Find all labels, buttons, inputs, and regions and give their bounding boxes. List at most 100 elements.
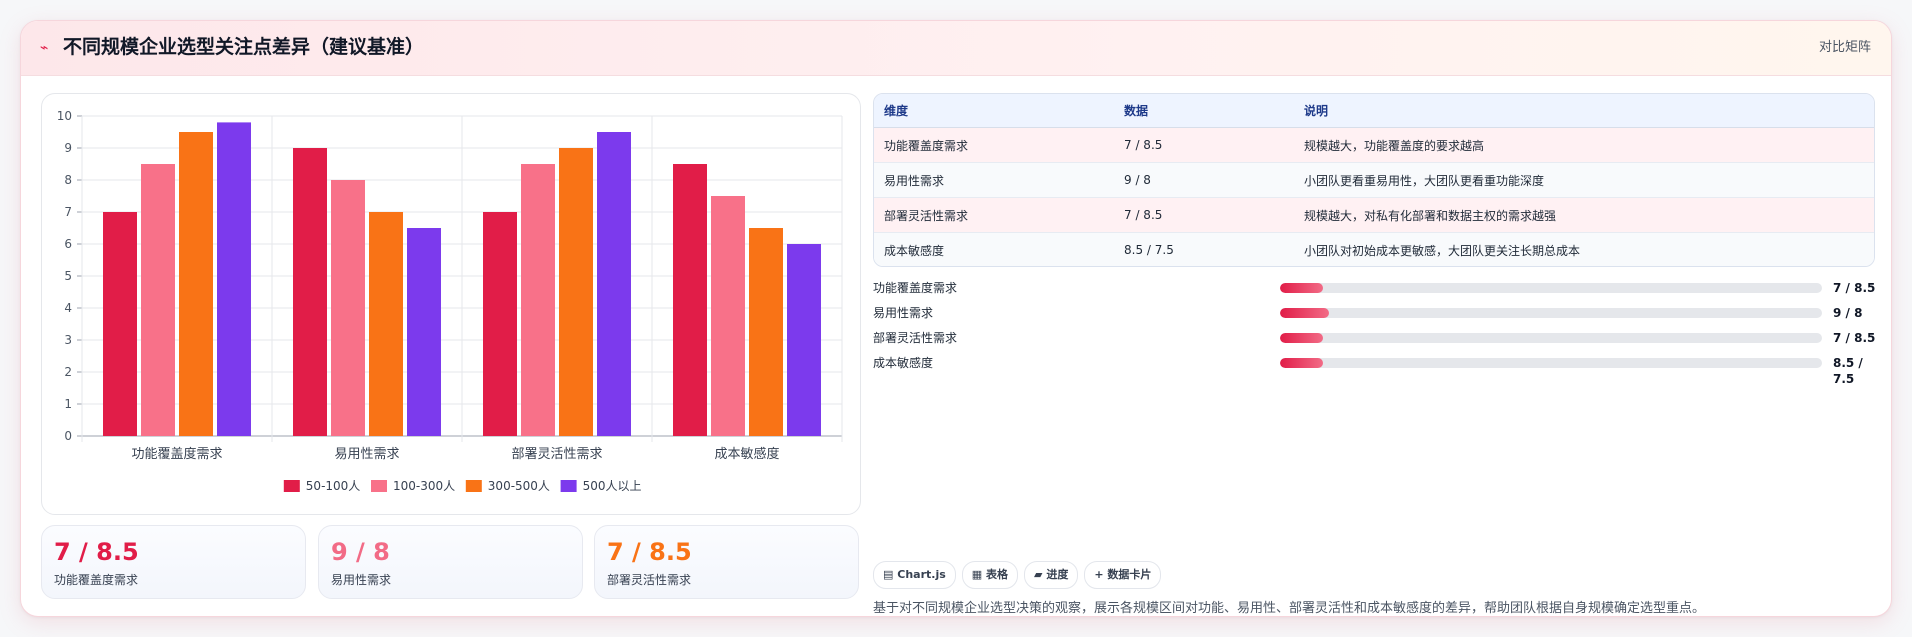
chip-row: ▤ Chart.js ▦ 表格 ▰ 进度 + 数据卡片 <box>873 561 1167 589</box>
table-cell: 小团队对初始成本更敏感，大团队更关注长期总成本 <box>1294 232 1874 266</box>
y-tick-label: 4 <box>64 301 72 315</box>
page-title: 不同规模企业选型关注点差异（建议基准） <box>63 36 425 58</box>
bar <box>179 132 213 436</box>
progress-fill <box>1280 333 1324 343</box>
chip-plus[interactable]: + 数据卡片 <box>1084 561 1162 589</box>
chip-table[interactable]: ▦ 表格 <box>961 561 1019 589</box>
chip-progress[interactable]: ▰ 进度 <box>1024 561 1079 589</box>
progress-label: 易用性需求 <box>873 306 934 320</box>
progress-row: 易用性需求 9 / 8 <box>873 303 1883 328</box>
progress-fill <box>1280 308 1329 318</box>
progress-track <box>1280 358 1822 368</box>
table-header: 数据 <box>1114 94 1294 128</box>
y-tick-label: 6 <box>64 237 72 251</box>
legend-swatch <box>371 480 387 492</box>
progress-value: 7 / 8.5 <box>1833 281 1876 295</box>
table-cell: 规模越大，对私有化部署和数据主权的需求越强 <box>1294 197 1874 233</box>
table-cell: 8.5 / 7.5 <box>1114 232 1294 266</box>
progress-value: 7 / 8.5 <box>1833 331 1876 345</box>
table-icon: ▦ <box>971 568 983 581</box>
table-row: 功能覆盖度需求 7 / 8.5 规模越大，功能覆盖度的要求越高 <box>874 127 1874 163</box>
chip-label: 表格 <box>986 568 1009 581</box>
bar <box>483 212 517 436</box>
plus-icon: + <box>1094 568 1104 581</box>
chip-chart[interactable]: ▤ Chart.js <box>873 561 956 589</box>
bar-chart: 0 1 2 3 4 5 6 7 8 9 10 功能覆盖度需求 易用性需求 部署灵活性需求 成本敏感度 50-1… <box>57 109 843 493</box>
chip-label: 进度 <box>1046 568 1069 581</box>
bar <box>559 148 593 436</box>
bar <box>787 244 821 436</box>
legend-label: 50-100人 <box>306 479 361 493</box>
bar-chart-panel: 0 1 2 3 4 5 6 7 8 9 10 功能覆盖度需求 易用性需求 部署灵活性需求 成本敏感度 50-1… <box>41 93 861 515</box>
bar <box>217 122 251 437</box>
kpi-value: 7 / 8.5 <box>607 538 692 566</box>
chip-label: Chart.js <box>897 568 946 581</box>
chip-label: 数据卡片 <box>1107 568 1152 581</box>
kpi-value: 7 / 8.5 <box>54 538 139 566</box>
legend-label: 300-500人 <box>488 479 550 493</box>
y-tick-label: 0 <box>64 429 72 443</box>
table-cell: 部署灵活性需求 <box>874 197 1114 233</box>
progress-label: 成本敏感度 <box>873 356 934 370</box>
y-tick-label: 5 <box>64 269 72 283</box>
x-tick-label: 易用性需求 <box>334 447 399 462</box>
card-header: ⌁ 不同规模企业选型关注点差异（建议基准） 对比矩阵 <box>21 21 1891 76</box>
progress-fill <box>1280 358 1324 368</box>
kpi-value: 9 / 8 <box>331 538 390 566</box>
kpi-card: 9 / 8 易用性需求 <box>318 525 583 599</box>
progress-row: 功能覆盖度需求 7 / 8.5 <box>873 278 1883 303</box>
table-cell: 7 / 8.5 <box>1114 197 1294 233</box>
table-cell: 规模越大，功能覆盖度的要求越高 <box>1294 127 1874 163</box>
trend-icon: ⌁ <box>40 40 49 56</box>
y-tick-label: 10 <box>57 109 72 123</box>
bar <box>597 132 631 436</box>
table-cell: 功能覆盖度需求 <box>874 127 1114 163</box>
legend-swatch <box>560 480 577 492</box>
progress-track <box>1280 283 1822 293</box>
legend-swatch <box>465 480 482 492</box>
progress-track <box>1280 308 1822 318</box>
y-tick-label: 1 <box>64 397 72 411</box>
bar <box>141 164 175 436</box>
progress-icon: ▰ <box>1034 568 1043 581</box>
chart-icon: ▤ <box>883 568 894 581</box>
description-note: 基于对不同规模企业选型决策的观察，展示各规模区间对功能、易用性、部署灵活性和成本… <box>873 601 1706 616</box>
bar <box>331 180 365 436</box>
kpi-label: 功能覆盖度需求 <box>54 573 139 587</box>
table-cell: 7 / 8.5 <box>1114 127 1294 163</box>
bar <box>103 212 137 436</box>
y-tick-label: 8 <box>64 173 72 187</box>
chart-card: ⌁ 不同规模企业选型关注点差异（建议基准） 对比矩阵 0 1 2 3 4 5 6 7 8 9 10 功… <box>20 20 1892 617</box>
x-tick-label: 部署灵活性需求 <box>511 447 602 462</box>
bar <box>711 196 745 436</box>
table-header: 维度 <box>874 94 1114 128</box>
progress-list: 功能覆盖度需求 7 / 8.5 易用性需求 9 / 8 部署灵活性需求 7 / 8.5 成本… <box>873 278 1883 386</box>
x-tick-label: 功能覆盖度需求 <box>131 446 222 462</box>
bar <box>673 164 707 436</box>
table-header: 说明 <box>1294 94 1874 128</box>
kpi-card: 7 / 8.5 功能覆盖度需求 <box>41 525 306 599</box>
kpi-label: 易用性需求 <box>331 573 392 587</box>
kpi-label: 部署灵活性需求 <box>607 573 692 587</box>
table-row: 成本敏感度 8.5 / 7.5 小团队对初始成本更敏感，大团队更关注长期总成本 <box>874 232 1874 266</box>
table-cell: 成本敏感度 <box>874 232 1114 266</box>
y-tick-label: 9 <box>64 141 72 155</box>
progress-row: 成本敏感度 8.5 / 7.5 <box>873 353 1883 386</box>
table-row: 部署灵活性需求 7 / 8.5 规模越大，对私有化部署和数据主权的需求越强 <box>874 197 1874 233</box>
progress-value: 9 / 8 <box>1833 306 1863 320</box>
table-row: 易用性需求 9 / 8 小团队更看重易用性，大团队更看重功能深度 <box>874 162 1874 198</box>
header-badge: 对比矩阵 <box>1818 40 1871 55</box>
y-tick-label: 3 <box>64 333 72 347</box>
table-cell: 小团队更看重易用性，大团队更看重功能深度 <box>1294 162 1874 198</box>
y-tick-label: 7 <box>64 205 72 219</box>
progress-label: 功能覆盖度需求 <box>873 281 958 295</box>
bar <box>521 164 555 436</box>
legend-label: 100-300人 <box>393 479 455 493</box>
legend-label: 500人以上 <box>583 479 642 493</box>
progress-fill <box>1280 283 1324 293</box>
x-tick-label: 成本敏感度 <box>714 446 779 462</box>
table-header-row: 维度 数据 说明 <box>874 94 1874 128</box>
progress-track <box>1280 333 1822 343</box>
bar <box>293 148 327 436</box>
progress-value: 8.5 / 7.5 <box>1833 356 1863 386</box>
